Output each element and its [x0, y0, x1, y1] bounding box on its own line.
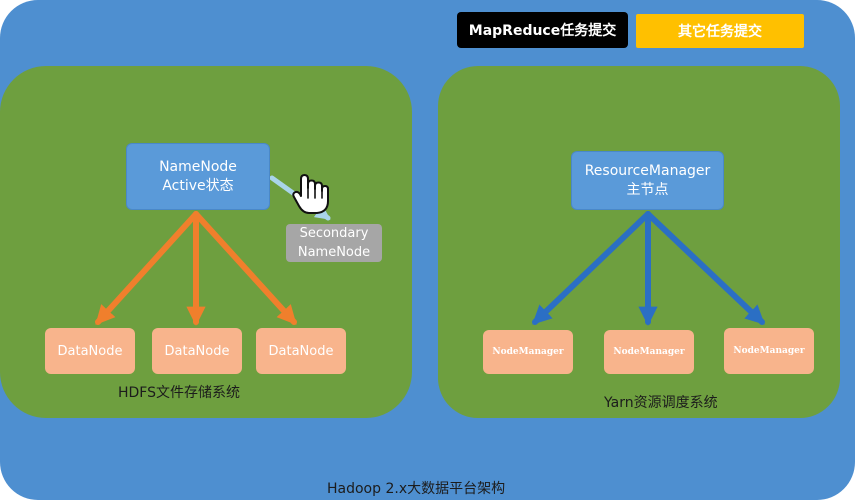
- arrow-rm-nodemanager-1: [532, 211, 651, 325]
- secondary-label-2: NameNode: [297, 245, 371, 260]
- platform-title: Hadoop 2.x大数据平台架构: [327, 481, 506, 497]
- resourcemanager-label: ResourceManager: [584, 162, 711, 179]
- resourcemanager-box: ResourceManager 主节点: [571, 151, 724, 210]
- hdfs-caption: HDFS文件存储系统: [118, 385, 241, 401]
- namenode-state: Active状态: [162, 177, 234, 194]
- secondary-namenode-box: Secondary NameNode: [286, 224, 382, 262]
- arrow-namenode-datanode-3: [193, 211, 297, 325]
- namenode-box: NameNode Active状态: [126, 143, 270, 210]
- secondary-label-1: Secondary: [299, 226, 369, 241]
- nodemanager-label: NodeManager: [613, 347, 685, 357]
- datanode-box-2: DataNode: [152, 328, 242, 374]
- arrows-layer: [95, 175, 765, 326]
- hand-pointer-icon: [292, 174, 329, 214]
- datanode-label: DataNode: [57, 343, 123, 359]
- nodemanager-box-1: NodeManager: [483, 330, 573, 374]
- namenode-label: NameNode: [159, 158, 237, 175]
- resourcemanager-role: 主节点: [626, 181, 669, 198]
- arrow-namenode-datanode-1: [95, 211, 199, 325]
- datanode-box-1: DataNode: [45, 328, 135, 374]
- nodemanager-label: NodeManager: [733, 346, 805, 356]
- arrow-rm-nodemanager-3: [645, 211, 765, 325]
- yarn-caption: Yarn资源调度系统: [604, 395, 718, 411]
- nodemanager-box-3: NodeManager: [724, 328, 814, 374]
- datanode-label: DataNode: [164, 343, 230, 359]
- nodemanager-label: NodeManager: [492, 347, 564, 357]
- datanode-label: DataNode: [268, 343, 334, 359]
- datanode-box-3: DataNode: [256, 328, 346, 374]
- nodemanager-box-2: NodeManager: [604, 330, 694, 374]
